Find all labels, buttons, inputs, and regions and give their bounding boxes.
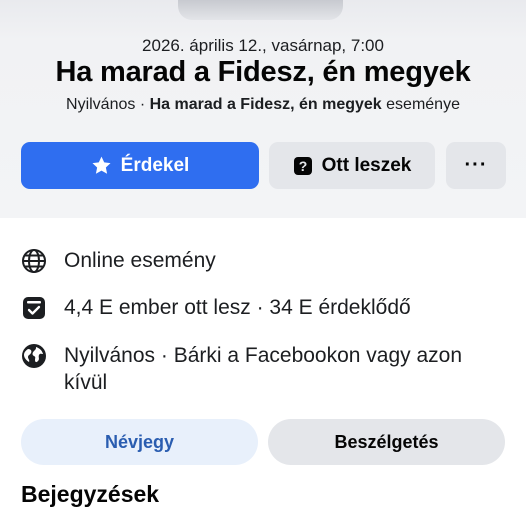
event-title: Ha marad a Fidesz, én megyek [55, 56, 471, 88]
event-header: 2026. április 12., vasárnap, 7:00 Ha mar… [0, 0, 526, 218]
posts-section-title: Bejegyzések [21, 481, 160, 507]
detail-online-text: Online esemény [64, 249, 216, 272]
more-options-icon: ··· [464, 154, 488, 176]
detail-privacy: Nyilvános · Bárki a Facebookon vagy azon… [20, 342, 490, 396]
detail-privacy-text: Nyilvános · Bárki a Facebookon vagy azon… [64, 344, 463, 394]
separator: · [135, 96, 150, 113]
cover-photo-edge [178, 0, 343, 20]
privacy-label: Nyilvános [66, 96, 136, 113]
event-date: 2026. április 12., vasárnap, 7:00 [142, 36, 384, 55]
interested-label: Érdekel [120, 154, 190, 176]
detail-attendance-text: 4,4 E ember ott lesz · 34 E érdeklődő [64, 296, 411, 319]
going-label: Ott leszek [321, 154, 412, 176]
calendar-check-icon [20, 294, 48, 322]
svg-text:?: ? [298, 158, 307, 174]
event-host-line: Nyilvános · Ha marad a Fidesz, én megyek… [0, 96, 526, 114]
globe-icon [20, 247, 48, 275]
event-suffix: eseménye [381, 96, 460, 113]
more-options-button[interactable]: ··· [446, 142, 506, 189]
host-link[interactable]: Ha marad a Fidesz, én megyek [150, 96, 382, 113]
question-mark-square-icon: ? [293, 156, 313, 176]
tab-discussion[interactable]: Beszélgetés [268, 419, 505, 465]
tab-about-label: Névjegy [104, 431, 175, 452]
detail-attendance[interactable]: 4,4 E ember ott lesz · 34 E érdeklődő [20, 294, 411, 322]
earth-filled-icon [20, 342, 48, 370]
going-button[interactable]: ? Ott leszek [269, 142, 435, 189]
star-icon [91, 155, 112, 176]
interested-button[interactable]: Érdekel [21, 142, 259, 189]
detail-online: Online esemény [20, 247, 216, 275]
tab-about[interactable]: Névjegy [21, 419, 258, 465]
tab-discussion-label: Beszélgetés [334, 431, 439, 452]
